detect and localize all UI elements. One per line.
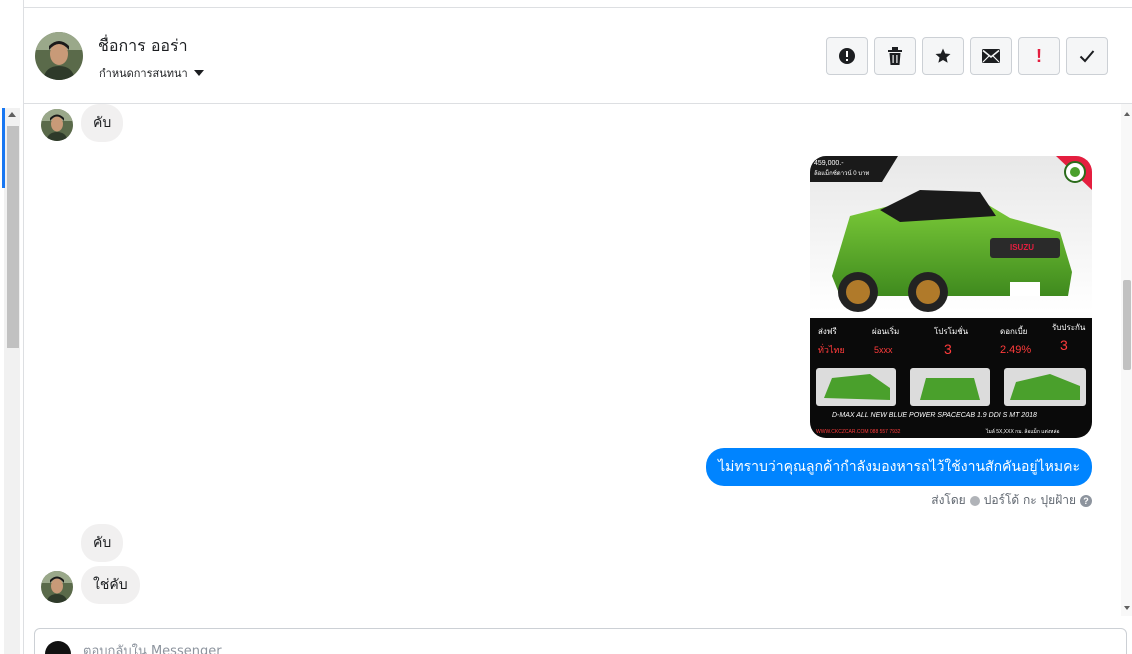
help-icon[interactable]: ? — [1080, 494, 1092, 507]
thread-scroll-down-arrow[interactable] — [1124, 606, 1130, 610]
caret-down-icon — [193, 70, 204, 76]
outgoing-message-bubble: ไม่ทราบว่าคุณลูกค้ากำลังมองหารถไว้ใช้งาน… — [706, 448, 1092, 486]
ad-feature-label: ดอกเบี้ย — [1000, 325, 1027, 336]
ad-price-text: 459,000.- — [814, 160, 844, 167]
incoming-message-text: คับ — [93, 115, 112, 131]
conversation-header: ชื่อการ ออร่า กำหนดการสนทนา ! — [24, 8, 1132, 104]
report-spam-button[interactable] — [826, 37, 868, 75]
incoming-message-bubble: คับ — [81, 524, 124, 562]
ad-feature-value: ทั่วไทย — [818, 343, 845, 355]
left-scrollbar-thumb[interactable] — [7, 126, 19, 348]
mark-done-button[interactable] — [1066, 37, 1108, 75]
ad-feature-label: ส่งฟรี — [818, 327, 837, 336]
star-button[interactable] — [922, 37, 964, 75]
ad-footer-left: WWW.CKCZCAR.COM 088 557 7932 — [816, 429, 901, 435]
delete-button[interactable] — [874, 37, 916, 75]
alert-circle-icon — [838, 47, 856, 65]
assign-conversation-dropdown[interactable]: กำหนดการสนทนา — [99, 64, 204, 82]
selected-conversation-indicator — [2, 108, 5, 188]
ad-feature-label: รับประกัน — [1052, 323, 1086, 332]
ad-footer-right: ไมล์ 5X,XXX กม. ล้อแม็ก แต่งหล่อ — [985, 427, 1060, 435]
page-avatar — [45, 641, 71, 654]
sent-by-author[interactable]: ปอร์โด้ กะ ปุยฝ้าย — [984, 491, 1076, 510]
thread-scrollbar-thumb[interactable] — [1123, 280, 1131, 370]
ad-feature-value: 2.49% — [1000, 344, 1031, 356]
message-thread[interactable]: คับ 459,000.- ล้อแม็กซ์ดาวน์ 0 บาท ISUZU… — [24, 104, 1120, 616]
mark-unread-button[interactable] — [970, 37, 1012, 75]
conversation-actions: ! — [826, 37, 1108, 75]
contact-message-avatar — [41, 109, 73, 141]
car-advertisement-image: 459,000.- ล้อแม็กซ์ดาวน์ 0 บาท ISUZU ส่ง… — [810, 156, 1092, 438]
star-icon — [934, 47, 952, 65]
incoming-message-bubble: คับ — [81, 104, 124, 142]
checkmark-icon — [1079, 49, 1095, 63]
ad-feature-value: 5xxx — [874, 345, 893, 355]
sent-by-info: ส่งโดย ปอร์โด้ กะ ปุยฝ้าย ? — [931, 491, 1092, 510]
verified-dot-icon — [969, 495, 980, 506]
ad-model-text: D-MAX ALL NEW BLUE POWER SPACECAB 1.9 DD… — [832, 412, 1037, 419]
reply-composer — [34, 628, 1127, 654]
outgoing-image-attachment[interactable]: 459,000.- ล้อแม็กซ์ดาวน์ 0 บาท ISUZU ส่ง… — [810, 156, 1092, 438]
left-scroll-up-arrow[interactable] — [8, 112, 16, 117]
incoming-message-text: ใช่คับ — [93, 577, 128, 593]
envelope-icon — [982, 49, 1000, 63]
assign-label: กำหนดการสนทนา — [99, 67, 188, 80]
ad-feature-label: โปรโมชั่น — [934, 325, 969, 336]
incoming-message-text: คับ — [93, 535, 112, 551]
trash-icon — [887, 47, 903, 65]
outgoing-message-text: ไม่ทราบว่าคุณลูกค้ากำลังมองหารถไว้ใช้งาน… — [718, 459, 1080, 475]
thread-scroll-up-arrow[interactable] — [1124, 112, 1130, 116]
sent-by-prefix: ส่งโดย — [931, 493, 966, 507]
reply-input[interactable] — [83, 639, 983, 654]
contact-name[interactable]: ชื่อการ ออร่า — [98, 34, 188, 59]
contact-message-avatar — [41, 571, 73, 603]
ad-brand-text: ISUZU — [1010, 243, 1034, 252]
follow-up-button[interactable]: ! — [1018, 37, 1060, 75]
exclamation-icon: ! — [1036, 46, 1042, 66]
ad-feature-label: ผ่อนเริ่ม — [872, 325, 899, 336]
ad-feature-value: 3 — [944, 341, 952, 357]
ad-feature-value: 3 — [1060, 337, 1068, 353]
contact-avatar[interactable] — [35, 32, 83, 80]
incoming-message-bubble: ใช่คับ — [81, 566, 140, 604]
